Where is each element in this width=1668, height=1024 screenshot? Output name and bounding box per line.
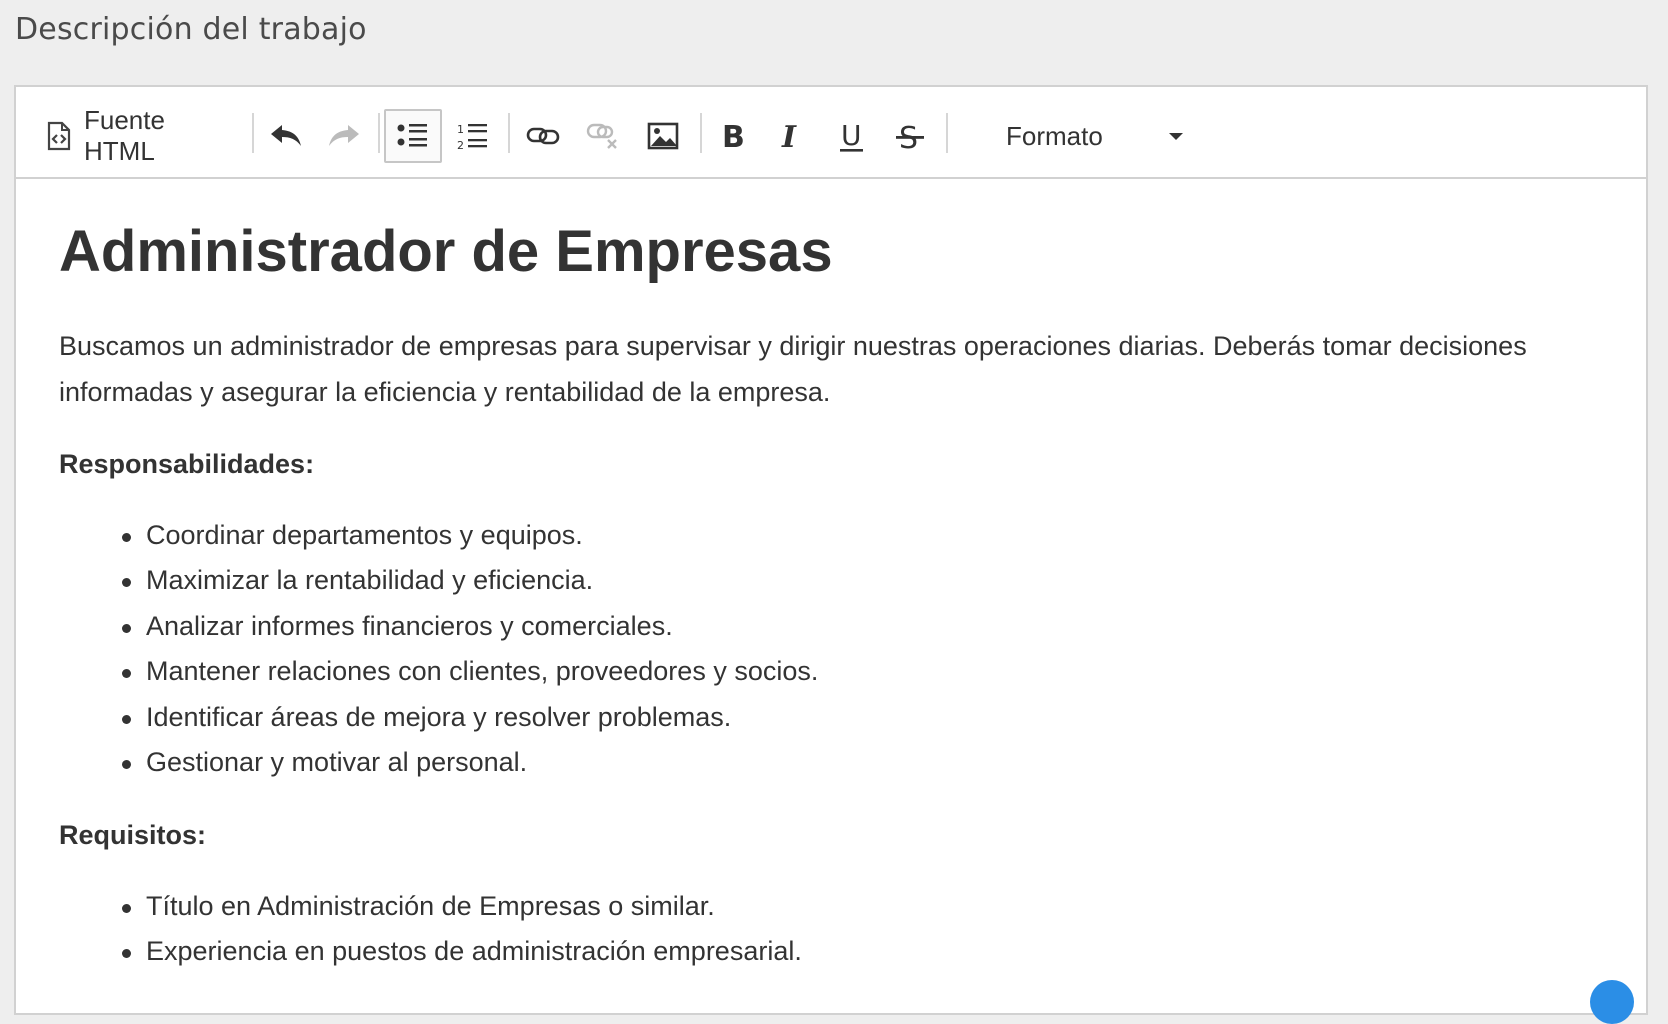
- underline-glyph: U: [841, 119, 862, 152]
- format-dropdown-label: Formato: [1006, 120, 1103, 151]
- svg-text:1: 1: [457, 123, 464, 136]
- toolbar-separator: [700, 113, 702, 153]
- intro-paragraph: Buscamos un administrador de empresas pa…: [59, 330, 1527, 407]
- bulleted-list-icon: [397, 122, 429, 150]
- bold-icon: B: [720, 120, 746, 152]
- list-item: Identificar áreas de mejora y resolver p…: [122, 695, 1603, 741]
- list-item: Analizar informes financieros y comercia…: [122, 604, 1603, 650]
- undo-icon: [269, 123, 303, 149]
- strikethrough-button[interactable]: S: [882, 109, 938, 163]
- list-item: Gestionar y motivar al personal.: [122, 740, 1603, 786]
- help-button[interactable]: [1590, 980, 1634, 1024]
- toolbar-separator: [508, 113, 510, 153]
- redo-button[interactable]: [318, 109, 370, 163]
- field-label: Descripción del trabajo: [15, 12, 367, 47]
- italic-button[interactable]: I: [766, 109, 816, 163]
- editor-content-area[interactable]: Administrador de Empresas Buscamos un ad…: [16, 179, 1646, 975]
- responsibilities-list: Coordinar departamentos y equipos. Maxim…: [59, 513, 1603, 786]
- toolbar-separator: [378, 113, 380, 153]
- list-item: Título en Administración de Empresas o s…: [122, 884, 1603, 930]
- list-item: Coordinar departamentos y equipos.: [122, 513, 1603, 559]
- bold-glyph: B: [722, 120, 745, 152]
- link-button[interactable]: [516, 109, 570, 163]
- svg-text:2: 2: [457, 139, 464, 151]
- underline-icon: U: [838, 119, 866, 153]
- html-source-label: Fuente HTML: [84, 105, 165, 166]
- list-item: Mantener relaciones con clientes, provee…: [122, 649, 1603, 695]
- requirements-heading: Requisitos:: [59, 819, 207, 850]
- chevron-down-icon: [1169, 133, 1183, 140]
- italic-icon: I: [778, 120, 804, 152]
- redo-icon: [327, 123, 361, 149]
- rich-text-editor: Fuente HTML 1 2 B I U S Formato Administ…: [14, 85, 1648, 1015]
- strikethrough-icon: S: [895, 120, 925, 152]
- link-icon: [526, 126, 560, 146]
- toolbar-separator: [252, 113, 254, 153]
- html-source-icon: [46, 121, 72, 151]
- toolbar-separator: [946, 113, 948, 153]
- requirements-list: Título en Administración de Empresas o s…: [59, 884, 1603, 975]
- underline-button[interactable]: U: [824, 109, 880, 163]
- list-item: Experiencia en puestos de administración…: [122, 929, 1603, 975]
- undo-button[interactable]: [260, 109, 312, 163]
- unlink-button[interactable]: [576, 109, 630, 163]
- format-dropdown[interactable]: Formato: [1006, 109, 1201, 163]
- image-button[interactable]: [634, 109, 692, 163]
- editor-toolbar: Fuente HTML 1 2 B I U S Formato: [16, 87, 1646, 179]
- unlink-icon: [586, 122, 620, 150]
- html-source-button[interactable]: Fuente HTML: [44, 105, 240, 166]
- responsibilities-heading: Responsabilidades:: [59, 448, 315, 479]
- numbered-list-icon: 1 2: [457, 121, 489, 151]
- bulleted-list-button[interactable]: [384, 109, 442, 163]
- numbered-list-button[interactable]: 1 2: [446, 109, 500, 163]
- italic-glyph: I: [781, 120, 797, 152]
- list-item: Maximizar la rentabilidad y eficiencia.: [122, 558, 1603, 604]
- job-title-heading: Administrador de Empresas: [59, 219, 833, 284]
- image-icon: [647, 122, 679, 150]
- bold-button[interactable]: B: [708, 109, 758, 163]
